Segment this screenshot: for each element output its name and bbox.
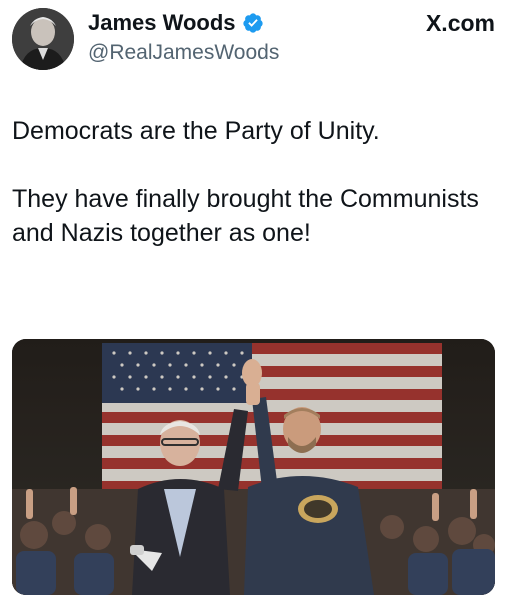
tweet-text: Democrats are the Party of Unity. They h… — [12, 114, 495, 250]
handle[interactable]: @RealJamesWoods — [88, 40, 279, 66]
tweet-photo[interactable] — [12, 339, 495, 595]
display-name[interactable]: James Woods — [88, 10, 236, 36]
avatar[interactable] — [12, 8, 74, 70]
name-row: James Woods — [88, 10, 264, 36]
tweet-text-line: Democrats are the Party of Unity. — [12, 117, 380, 145]
profile-photo-icon — [12, 8, 74, 70]
tweet-text-line: They have finally brought the Communists… — [12, 185, 479, 247]
rally-photo-icon — [12, 339, 495, 595]
tweet-header: James Woods @RealJamesWoods X.com — [12, 6, 495, 72]
verified-badge-icon — [242, 12, 264, 34]
tweet-card: James Woods @RealJamesWoods X.com Democr… — [0, 0, 507, 600]
x-brand-label: X.com — [425, 10, 495, 36]
